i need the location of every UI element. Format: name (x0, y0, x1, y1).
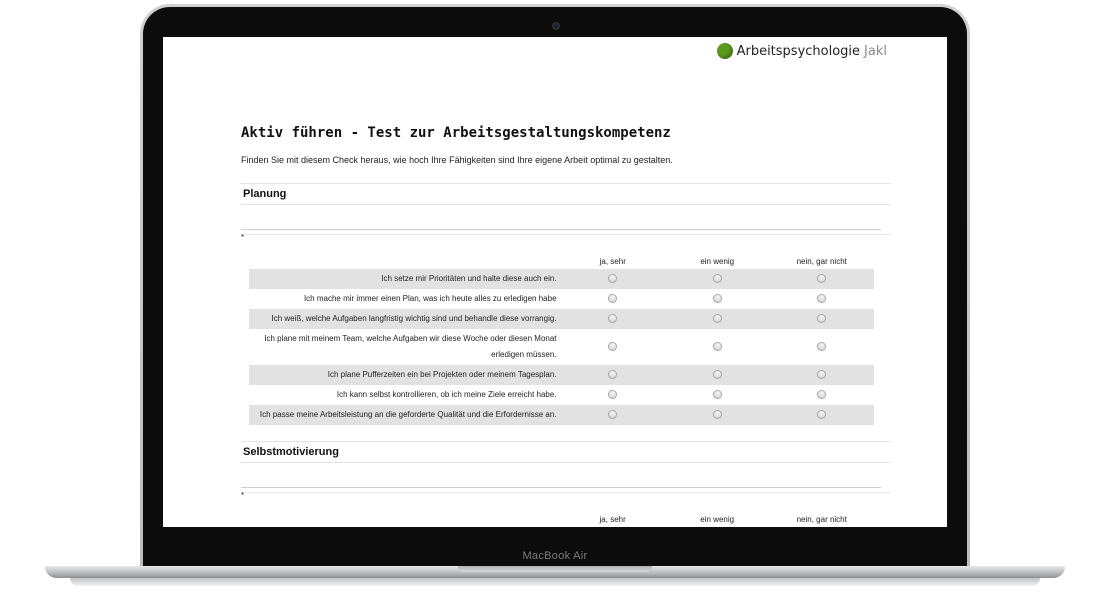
survey-sections: Planung * ja, sehr ein wenig nein, gar nicht… (241, 183, 891, 527)
device-label: MacBook Air (522, 550, 588, 562)
answer-cell (665, 329, 770, 365)
question-row: Ich plane mit meinem Team, welche Aufgab… (249, 329, 874, 365)
radio-button[interactable] (712, 313, 722, 323)
radio-button[interactable] (608, 273, 618, 283)
section-title: Selbstmotivierung (241, 441, 891, 463)
rating-matrix: ja, sehr ein wenig nein, gar nicht Ich setz… (249, 253, 874, 425)
radio-button[interactable] (817, 341, 827, 351)
radio-button[interactable] (817, 369, 827, 379)
matrix-header-empty (249, 253, 561, 269)
answer-cell (560, 309, 665, 329)
answer-cell (770, 289, 875, 309)
section-divider (241, 205, 881, 230)
answer-cell (665, 289, 770, 309)
radio-button[interactable] (608, 369, 618, 379)
answer-cell (770, 385, 875, 405)
answer-cell (769, 269, 874, 289)
answer-cell (665, 385, 770, 405)
survey-section: Selbstmotivierung * ja, sehr ein wenig nein,… (241, 441, 891, 527)
answer-cell (560, 365, 665, 385)
question-row: Ich plane Pufferzeiten ein bei Projekten… (249, 365, 874, 385)
camera-icon (552, 22, 560, 30)
radio-button[interactable] (712, 369, 722, 379)
question-text: Ich mache mir immer einen Plan, was ich … (303, 294, 557, 303)
page-intro: Finden Sie mit diesem Check heraus, wie … (241, 155, 673, 165)
required-marker: * (241, 233, 245, 242)
question-text: Ich setze mir Prioritäten und halte dies… (249, 269, 561, 289)
page-title: Aktiv führen - Test zur Arbeitsgestaltun… (241, 125, 671, 141)
logo-circle-icon (716, 43, 733, 59)
radio-button[interactable] (817, 273, 827, 283)
question-row: Ich mache mir immer einen Plan, was ich … (249, 289, 874, 309)
question-text: Ich kann selbst kontrollieren, ob ich me… (336, 390, 557, 399)
question-text: Ich plane Pufferzeiten ein bei Projekten… (249, 365, 561, 385)
matrix-header: ja, sehr ein wenig nein, gar nicht (249, 253, 874, 269)
question-row: Ich setze mir Prioritäten und halte dies… (249, 269, 874, 289)
required-row: * (241, 488, 891, 500)
section-divider (241, 463, 881, 488)
answer-cell (561, 289, 665, 309)
radio-button[interactable] (608, 313, 618, 323)
survey-section: Planung * ja, sehr ein wenig nein, gar nicht… (241, 183, 891, 425)
answer-cell (561, 385, 665, 405)
question-row: Ich passe meine Arbeitsleistung an die g… (249, 405, 874, 425)
radio-button[interactable] (817, 293, 827, 303)
survey-content: Aktiv führen - Test zur Arbeitsgestaltun… (241, 125, 891, 527)
answer-cell (560, 405, 665, 425)
answer-cell (664, 365, 770, 385)
radio-button[interactable] (817, 313, 827, 323)
answer-cell (770, 329, 875, 365)
radio-button[interactable] (712, 273, 722, 283)
matrix-header-empty (249, 511, 560, 527)
brand-name: Arbeitspsychologie (736, 43, 861, 59)
radio-button[interactable] (712, 389, 722, 399)
option-header: nein, gar nicht (796, 256, 847, 266)
section-title: Planung (241, 183, 891, 205)
answer-cell (560, 269, 665, 289)
option-header: ja, sehr (599, 256, 626, 266)
radio-button[interactable] (712, 293, 722, 303)
option-header: ja, sehr (599, 514, 626, 524)
question-row: Ich kann selbst kontrollieren, ob ich me… (249, 385, 874, 405)
answer-cell (561, 329, 665, 365)
radio-button[interactable] (608, 341, 618, 351)
brand-name-accent: Jakl (864, 43, 887, 59)
radio-button[interactable] (712, 341, 722, 351)
answer-cell (664, 269, 770, 289)
required-marker: * (241, 491, 245, 500)
answer-cell (664, 309, 770, 329)
option-header: nein, gar nicht (796, 514, 847, 524)
question-text: Ich weiß, welche Aufgaben langfristig wi… (249, 309, 561, 329)
rating-matrix: ja, sehrein wenignein, gar nichtAuch bei… (249, 511, 874, 527)
laptop-shadow (70, 578, 1040, 586)
answer-cell (664, 405, 770, 425)
brand-logo[interactable]: Arbeitspsychologie Jakl (716, 43, 887, 59)
required-row: * (241, 230, 891, 242)
radio-button[interactable] (817, 409, 827, 419)
radio-button[interactable] (608, 409, 618, 419)
radio-button[interactable] (712, 409, 722, 419)
question-row: Ich weiß, welche Aufgaben langfristig wi… (249, 309, 874, 329)
question-text: Ich passe meine Arbeitsleistung an die g… (249, 405, 561, 425)
answer-cell (769, 365, 874, 385)
radio-button[interactable] (608, 389, 618, 399)
laptop-notch (458, 566, 652, 572)
radio-button[interactable] (817, 389, 827, 399)
matrix-header: ja, sehr ein wenig nein, gar nicht (249, 511, 874, 527)
browser-screen: Arbeitspsychologie Jakl Aktiv führen - T… (163, 37, 947, 527)
answer-cell (769, 405, 874, 425)
option-header: ein wenig (700, 514, 735, 524)
radio-button[interactable] (608, 293, 618, 303)
answer-cell (769, 309, 874, 329)
option-header: ein wenig (700, 256, 735, 266)
question-text: Ich plane mit meinem Team, welche Aufgab… (264, 334, 557, 359)
